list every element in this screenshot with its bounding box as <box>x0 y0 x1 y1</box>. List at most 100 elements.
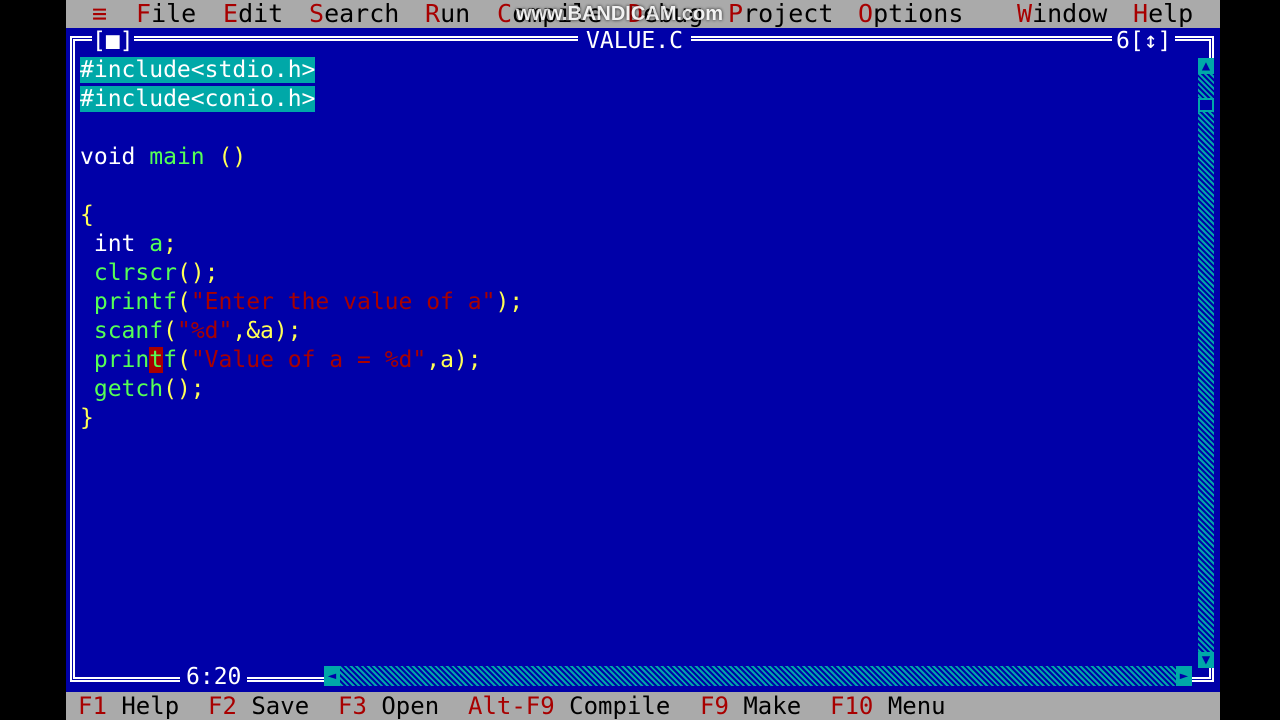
code-main-parens: () <box>218 144 247 170</box>
menu-window-label: indow <box>1032 0 1108 28</box>
menu-bar: ≡ File Edit Search Run Compile Debug Pro… <box>66 0 1220 28</box>
code-string-enter: "Enter the value of a" <box>190 289 496 315</box>
code-var-a: a <box>149 231 164 257</box>
status-f9-make[interactable]: F9 Make <box>700 692 801 720</box>
menu-file-hotkey: F <box>136 0 152 28</box>
menu-help[interactable]: Help <box>1133 0 1193 28</box>
vertical-scrollbar[interactable]: ▲ ▼ <box>1198 58 1214 668</box>
code-line-7: int a; <box>80 230 177 259</box>
menu-help-hotkey: H <box>1133 0 1149 28</box>
code-clrscr-call: (); <box>176 260 219 286</box>
code-line-4: void main () <box>80 143 246 172</box>
code-getch: getch <box>93 376 164 402</box>
status-key: F2 <box>208 692 237 720</box>
menu-project[interactable]: Project <box>728 0 833 28</box>
status-label: Menu <box>887 692 946 720</box>
code-line-10: scanf("%d",&a); <box>80 317 302 346</box>
status-f10-menu[interactable]: F10 Menu <box>830 692 946 720</box>
status-f3-open[interactable]: F3 Open <box>338 692 439 720</box>
code-line-9: printf("Enter the value of a"); <box>80 288 523 317</box>
scroll-left-arrow-icon[interactable]: ◄ <box>324 666 340 686</box>
menu-edit-label: dit <box>238 0 284 28</box>
code-main: main <box>149 144 205 170</box>
code-include-stdio: #include<stdio.h> <box>80 57 316 83</box>
code-int: int <box>93 231 136 257</box>
code-line-6: { <box>80 201 94 230</box>
menu-file[interactable]: File <box>136 0 196 28</box>
code-getch-call: (); <box>163 376 205 402</box>
menu-window-hotkey: W <box>1017 0 1033 28</box>
status-label: Make <box>743 692 802 720</box>
scroll-down-arrow-icon[interactable]: ▼ <box>1198 652 1214 668</box>
code-line-8: clrscr(); <box>80 259 219 288</box>
code-scanf-args: ,&a); <box>232 318 302 344</box>
menu-run[interactable]: Run <box>425 0 470 28</box>
code-clrscr: clrscr <box>93 260 177 286</box>
status-altf9-compile[interactable]: Alt-F9 Compile <box>468 692 670 720</box>
menu-search-hotkey: S <box>309 0 325 28</box>
code-paren-open: ( <box>176 289 191 315</box>
window-zoom-box[interactable]: [↕] <box>1130 28 1172 54</box>
code-semicolon: ; <box>163 231 177 257</box>
menu-run-label: un <box>440 0 471 28</box>
code-paren-close: ); <box>495 289 524 315</box>
status-label: Compile <box>569 692 671 720</box>
system-menu-icon[interactable]: ≡ <box>92 0 107 28</box>
code-open-brace: { <box>80 202 94 228</box>
code-line-1: #include<stdio.h> <box>80 56 316 85</box>
recorder-watermark: www.BANDICAM.com <box>516 3 724 25</box>
window-number-and-zoom: 6[↕] <box>1112 28 1176 54</box>
code-scanf: scanf <box>93 318 164 344</box>
menu-options-hotkey: O <box>858 0 874 28</box>
status-bar: F1 Help F2 Save F3 Open Alt-F9 Compile F… <box>66 692 1220 720</box>
menu-edit-hotkey: E <box>223 0 239 28</box>
window-number: 6 <box>1116 28 1130 54</box>
vertical-scroll-thumb[interactable] <box>1198 98 1214 112</box>
text-cursor: t <box>149 347 164 373</box>
code-line-11: printf("Value of a = %d",a); <box>80 346 482 375</box>
code-editor[interactable]: #include<stdio.h> #include<conio.h> void… <box>80 56 1200 656</box>
code-printf-2a: prin <box>93 347 150 373</box>
code-printf-2b: f <box>163 347 177 373</box>
code-line-13: } <box>80 404 94 433</box>
status-label: Save <box>251 692 310 720</box>
code-void: void <box>80 144 136 170</box>
code-paren-open: ( <box>176 347 191 373</box>
horizontal-scrollbar[interactable]: ◄ ► <box>324 666 1192 686</box>
code-line-2: #include<conio.h> <box>80 85 316 114</box>
code-include-conio: #include<conio.h> <box>80 86 316 112</box>
code-string-format: "%d" <box>176 318 233 344</box>
status-key: F1 <box>78 692 107 720</box>
scroll-right-arrow-icon[interactable]: ► <box>1176 666 1192 686</box>
menu-window[interactable]: Window <box>1017 0 1107 28</box>
menu-options-label: ptions <box>873 0 964 28</box>
window-title: VALUE.C <box>578 28 691 54</box>
code-string-value: "Value of a = %d" <box>190 347 427 373</box>
status-f2-save[interactable]: F2 Save <box>208 692 309 720</box>
status-label: Help <box>121 692 180 720</box>
window-close-box[interactable]: [■] <box>92 28 134 54</box>
status-label: Open <box>381 692 440 720</box>
menu-search[interactable]: Search <box>309 0 399 28</box>
code-close-brace: } <box>80 405 94 431</box>
status-key: F9 <box>700 692 729 720</box>
status-key: F10 <box>830 692 874 720</box>
menu-project-hotkey: P <box>728 0 744 28</box>
turbo-c-ide: ≡ File Edit Search Run Compile Debug Pro… <box>66 0 1220 720</box>
menu-compile-hotkey: C <box>497 0 513 28</box>
cursor-position: 6:20 <box>180 664 248 690</box>
scroll-up-arrow-icon[interactable]: ▲ <box>1198 58 1214 74</box>
menu-help-label: elp <box>1148 0 1194 28</box>
menu-file-label: ile <box>151 0 197 28</box>
code-line-12: getch(); <box>80 375 205 404</box>
menu-run-hotkey: R <box>425 0 441 28</box>
menu-project-label: roject <box>743 0 834 28</box>
menu-search-label: earch <box>324 0 400 28</box>
code-paren-open: ( <box>163 318 177 344</box>
status-key: Alt-F9 <box>468 692 555 720</box>
menu-options[interactable]: Options <box>858 0 963 28</box>
menu-edit[interactable]: Edit <box>223 0 283 28</box>
status-f1-help[interactable]: F1 Help <box>78 692 179 720</box>
code-printf-args: ,a); <box>426 347 482 373</box>
code-printf-1: printf <box>93 289 177 315</box>
